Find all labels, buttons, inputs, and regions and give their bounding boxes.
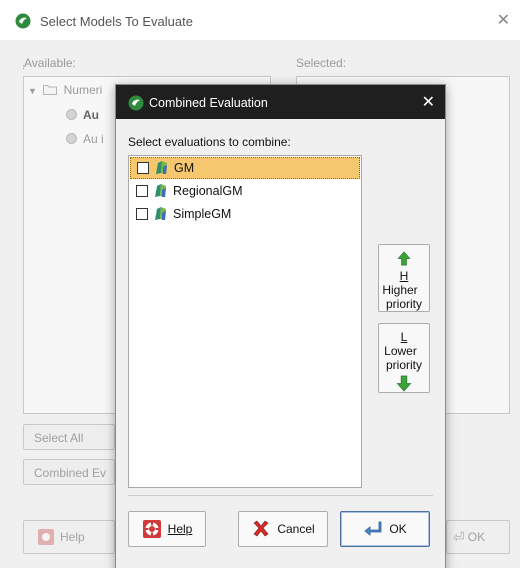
combined-evaluation-title: Combined Evaluation	[149, 96, 268, 110]
enter-arrow-icon	[364, 521, 382, 536]
geological-model-icon	[155, 184, 166, 197]
select-models-titlebar: Select Models To Evaluate ✕	[0, 0, 520, 40]
select-all-button[interactable]: Select All	[23, 424, 115, 450]
evaluation-icon	[66, 133, 77, 144]
dialog-separator	[128, 495, 433, 496]
arrow-down-icon	[396, 375, 412, 392]
ok-button[interactable]: OK	[340, 511, 430, 547]
evaluation-item-gm[interactable]: GM	[130, 157, 360, 179]
evaluation-label: RegionalGM	[173, 184, 243, 198]
red-x-icon	[253, 520, 269, 537]
evaluation-icon	[66, 109, 77, 120]
evaluation-item-simplegm[interactable]: SimpleGM	[130, 203, 360, 225]
tree-folder-row[interactable]: ▼ Numeri	[28, 83, 102, 97]
help-button[interactable]: Help	[128, 511, 206, 547]
combined-evaluation-button[interactable]: Combined Ev	[23, 459, 115, 485]
help-button-background[interactable]: Help	[23, 520, 115, 554]
evaluation-label: GM	[174, 161, 195, 175]
combined-evaluation-titlebar: Combined Evaluation ✕	[116, 85, 445, 119]
folder-icon	[43, 85, 58, 95]
tree-folder-label: Numeri	[63, 83, 103, 97]
ok-button-background[interactable]: ⏎ OK	[446, 520, 510, 554]
select-models-title: Select Models To Evaluate	[40, 14, 193, 29]
chevron-down-icon: ▼	[28, 86, 37, 96]
app-logo-icon	[128, 95, 144, 111]
lower-priority-button[interactable]: L Lower priority	[378, 323, 430, 393]
evaluations-list[interactable]: GM RegionalGM SimpleGM	[128, 155, 362, 488]
geological-model-icon	[155, 207, 166, 220]
lifebuoy-icon	[142, 520, 161, 538]
select-evaluations-prompt: Select evaluations to combine:	[128, 135, 291, 149]
close-icon[interactable]: ✕	[497, 10, 510, 30]
tree-item[interactable]: Au i	[66, 132, 104, 146]
combined-evaluation-dialog: Combined Evaluation ✕ Select evaluations…	[115, 84, 446, 568]
higher-priority-button[interactable]: H Higher priority	[378, 244, 430, 312]
enter-arrow-icon: ⏎	[453, 528, 465, 545]
available-label: AAvailable:	[23, 56, 76, 70]
app-logo-icon	[15, 13, 31, 29]
close-icon[interactable]: ✕	[422, 92, 435, 112]
selected-label: Selected:	[296, 56, 347, 70]
evaluation-label: SimpleGM	[173, 207, 232, 221]
tree-item[interactable]: Au	[66, 108, 99, 122]
evaluation-item-regionalgm[interactable]: RegionalGM	[130, 180, 360, 202]
lifebuoy-icon	[38, 529, 54, 545]
evaluation-checkbox[interactable]	[136, 185, 148, 197]
arrow-up-icon	[397, 251, 411, 266]
geological-model-icon	[156, 161, 167, 174]
evaluation-checkbox[interactable]	[136, 208, 148, 220]
cancel-button[interactable]: Cancel	[238, 511, 328, 547]
evaluation-checkbox[interactable]	[137, 162, 149, 174]
